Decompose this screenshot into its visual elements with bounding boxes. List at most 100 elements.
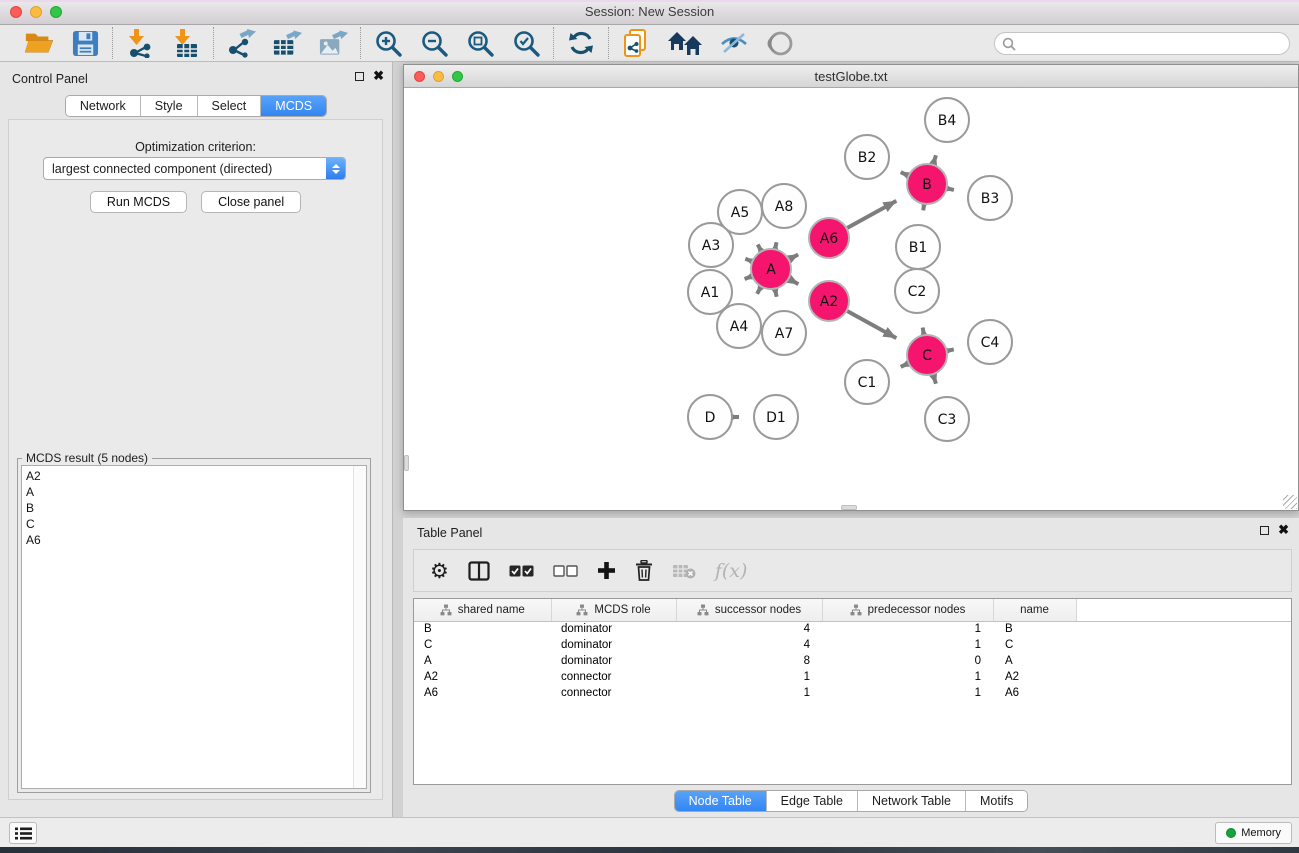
run-mcds-button[interactable]: Run MCDS xyxy=(90,191,187,213)
graph-edge-A-A3[interactable] xyxy=(745,259,751,261)
search-field[interactable] xyxy=(994,32,1290,55)
graph-edge-C-C1[interactable] xyxy=(901,364,908,367)
window-resize-grip[interactable] xyxy=(1283,495,1297,509)
graph-edge-A2-C[interactable] xyxy=(847,311,896,338)
open-session-icon[interactable] xyxy=(24,28,54,58)
clone-network-icon[interactable] xyxy=(621,28,651,58)
graph-node-A[interactable]: A xyxy=(751,249,791,289)
graph-edge-A6-B[interactable] xyxy=(847,201,896,228)
graph-node-D1[interactable]: D1 xyxy=(754,395,798,439)
refresh-icon[interactable] xyxy=(566,28,596,58)
graph-edge-B-B2[interactable] xyxy=(901,172,908,175)
column-header-MCDS-role[interactable]: MCDS role xyxy=(551,599,676,621)
tab-style[interactable]: Style xyxy=(141,96,198,116)
zoom-out-icon[interactable] xyxy=(419,28,449,58)
optimization-dropdown[interactable]: largest connected component (directed) xyxy=(43,157,346,180)
mcds-result-list[interactable]: A2ABCA6 xyxy=(21,465,367,789)
graph-node-C[interactable]: C xyxy=(907,335,947,375)
graph-node-A6[interactable]: A6 xyxy=(809,218,849,258)
graph-node-A7[interactable]: A7 xyxy=(762,311,806,355)
graph-edge-B-B1[interactable] xyxy=(923,205,924,211)
column-header-predecessor-nodes[interactable]: predecessor nodes xyxy=(822,599,993,621)
graph-edge-B-B3[interactable] xyxy=(947,189,953,190)
mcds-result-item[interactable]: B xyxy=(26,500,366,516)
select-all-icon[interactable] xyxy=(509,558,534,584)
import-network-icon[interactable] xyxy=(125,28,155,58)
graph-node-B2[interactable]: B2 xyxy=(845,135,889,179)
table-float-panel-icon[interactable] xyxy=(1260,526,1269,535)
mcds-result-item[interactable]: A2 xyxy=(26,468,366,484)
graph-node-A4[interactable]: A4 xyxy=(717,304,761,348)
memory-button[interactable]: Memory xyxy=(1215,822,1292,844)
graph-node-B[interactable]: B xyxy=(907,164,947,204)
graph-edge-C-C4[interactable] xyxy=(948,349,954,350)
graph-node-A2[interactable]: A2 xyxy=(809,281,849,321)
tab-network-table[interactable]: Network Table xyxy=(858,791,966,811)
close-panel-icon[interactable]: ✖ xyxy=(373,71,384,81)
zoom-fit-icon[interactable] xyxy=(465,28,495,58)
zoom-selected-icon[interactable] xyxy=(511,28,541,58)
graph-edge-A-A6[interactable] xyxy=(790,254,799,259)
result-list-scrollbar[interactable] xyxy=(353,466,366,788)
table-row[interactable]: A2connector11A2 xyxy=(414,669,1291,685)
tab-motifs[interactable]: Motifs xyxy=(966,791,1027,811)
graph-edge-A-A4[interactable] xyxy=(757,287,761,293)
graph-node-D[interactable]: D xyxy=(688,395,732,439)
dropdown-stepper-icon[interactable] xyxy=(326,158,345,179)
mcds-result-item[interactable]: C xyxy=(26,516,366,532)
table-row[interactable]: Bdominator41B xyxy=(414,621,1291,637)
tab-edge-table[interactable]: Edge Table xyxy=(767,791,858,811)
column-header-successor-nodes[interactable]: successor nodes xyxy=(676,599,822,621)
graph-node-C4[interactable]: C4 xyxy=(968,320,1012,364)
table-row[interactable]: Cdominator41C xyxy=(414,637,1291,653)
split-view-icon[interactable] xyxy=(468,558,490,584)
export-network-icon[interactable] xyxy=(226,28,256,58)
graph-edge-C-C3[interactable] xyxy=(933,375,936,384)
export-table-icon[interactable] xyxy=(272,28,302,58)
network-window-titlebar[interactable]: testGlobe.txt xyxy=(404,65,1298,88)
graph-node-C2[interactable]: C2 xyxy=(895,269,939,313)
graph-node-A1[interactable]: A1 xyxy=(688,270,732,314)
graph-edge-C-C2[interactable] xyxy=(923,328,924,335)
search-input[interactable] xyxy=(1016,35,1289,53)
graph-node-B1[interactable]: B1 xyxy=(896,225,940,269)
home-icon[interactable] xyxy=(667,28,703,58)
table-close-panel-icon[interactable]: ✖ xyxy=(1278,525,1289,535)
zoom-in-icon[interactable] xyxy=(373,28,403,58)
horizontal-scroll-nub[interactable] xyxy=(841,505,857,510)
graph-edge-A-A2[interactable] xyxy=(789,279,798,284)
graph-edge-B-B4[interactable] xyxy=(933,155,936,164)
export-image-icon[interactable] xyxy=(318,28,348,58)
graph-node-A8[interactable]: A8 xyxy=(762,184,806,228)
float-panel-icon[interactable] xyxy=(355,72,364,81)
vertical-scroll-nub[interactable] xyxy=(404,455,409,471)
graph-node-A3[interactable]: A3 xyxy=(689,223,733,267)
graph-node-C1[interactable]: C1 xyxy=(845,360,889,404)
graph-edge-A-A8[interactable] xyxy=(775,242,776,248)
graph-edge-A-A1[interactable] xyxy=(745,276,752,279)
tab-select[interactable]: Select xyxy=(198,96,262,116)
close-panel-button[interactable]: Close panel xyxy=(201,191,301,213)
column-header-shared-name[interactable]: shared name xyxy=(414,599,551,621)
tab-node-table[interactable]: Node Table xyxy=(675,791,767,811)
mcds-result-item[interactable]: A6 xyxy=(26,532,366,548)
delete-column-trash-icon[interactable] xyxy=(635,558,653,584)
add-column-icon[interactable] xyxy=(597,558,616,584)
tab-mcds[interactable]: MCDS xyxy=(261,96,326,116)
graph-node-B4[interactable]: B4 xyxy=(925,98,969,142)
hide-eye-icon[interactable] xyxy=(719,28,749,58)
graph-node-B3[interactable]: B3 xyxy=(968,176,1012,220)
status-list-button[interactable] xyxy=(9,822,37,844)
deselect-all-icon[interactable] xyxy=(553,558,578,584)
mcds-result-item[interactable]: A xyxy=(26,484,366,500)
save-session-icon[interactable] xyxy=(70,28,100,58)
import-table-icon[interactable] xyxy=(171,28,201,58)
graph-edge-A-A5[interactable] xyxy=(758,245,761,251)
table-row[interactable]: Adominator80A xyxy=(414,653,1291,669)
tab-network[interactable]: Network xyxy=(66,96,141,116)
column-header-name[interactable]: name xyxy=(993,599,1076,621)
graph-edge-A-A7[interactable] xyxy=(775,290,776,297)
table-row[interactable]: A6connector11A6 xyxy=(414,685,1291,701)
show-eye-icon[interactable] xyxy=(765,28,795,58)
gear-icon[interactable]: ⚙ xyxy=(430,558,449,584)
